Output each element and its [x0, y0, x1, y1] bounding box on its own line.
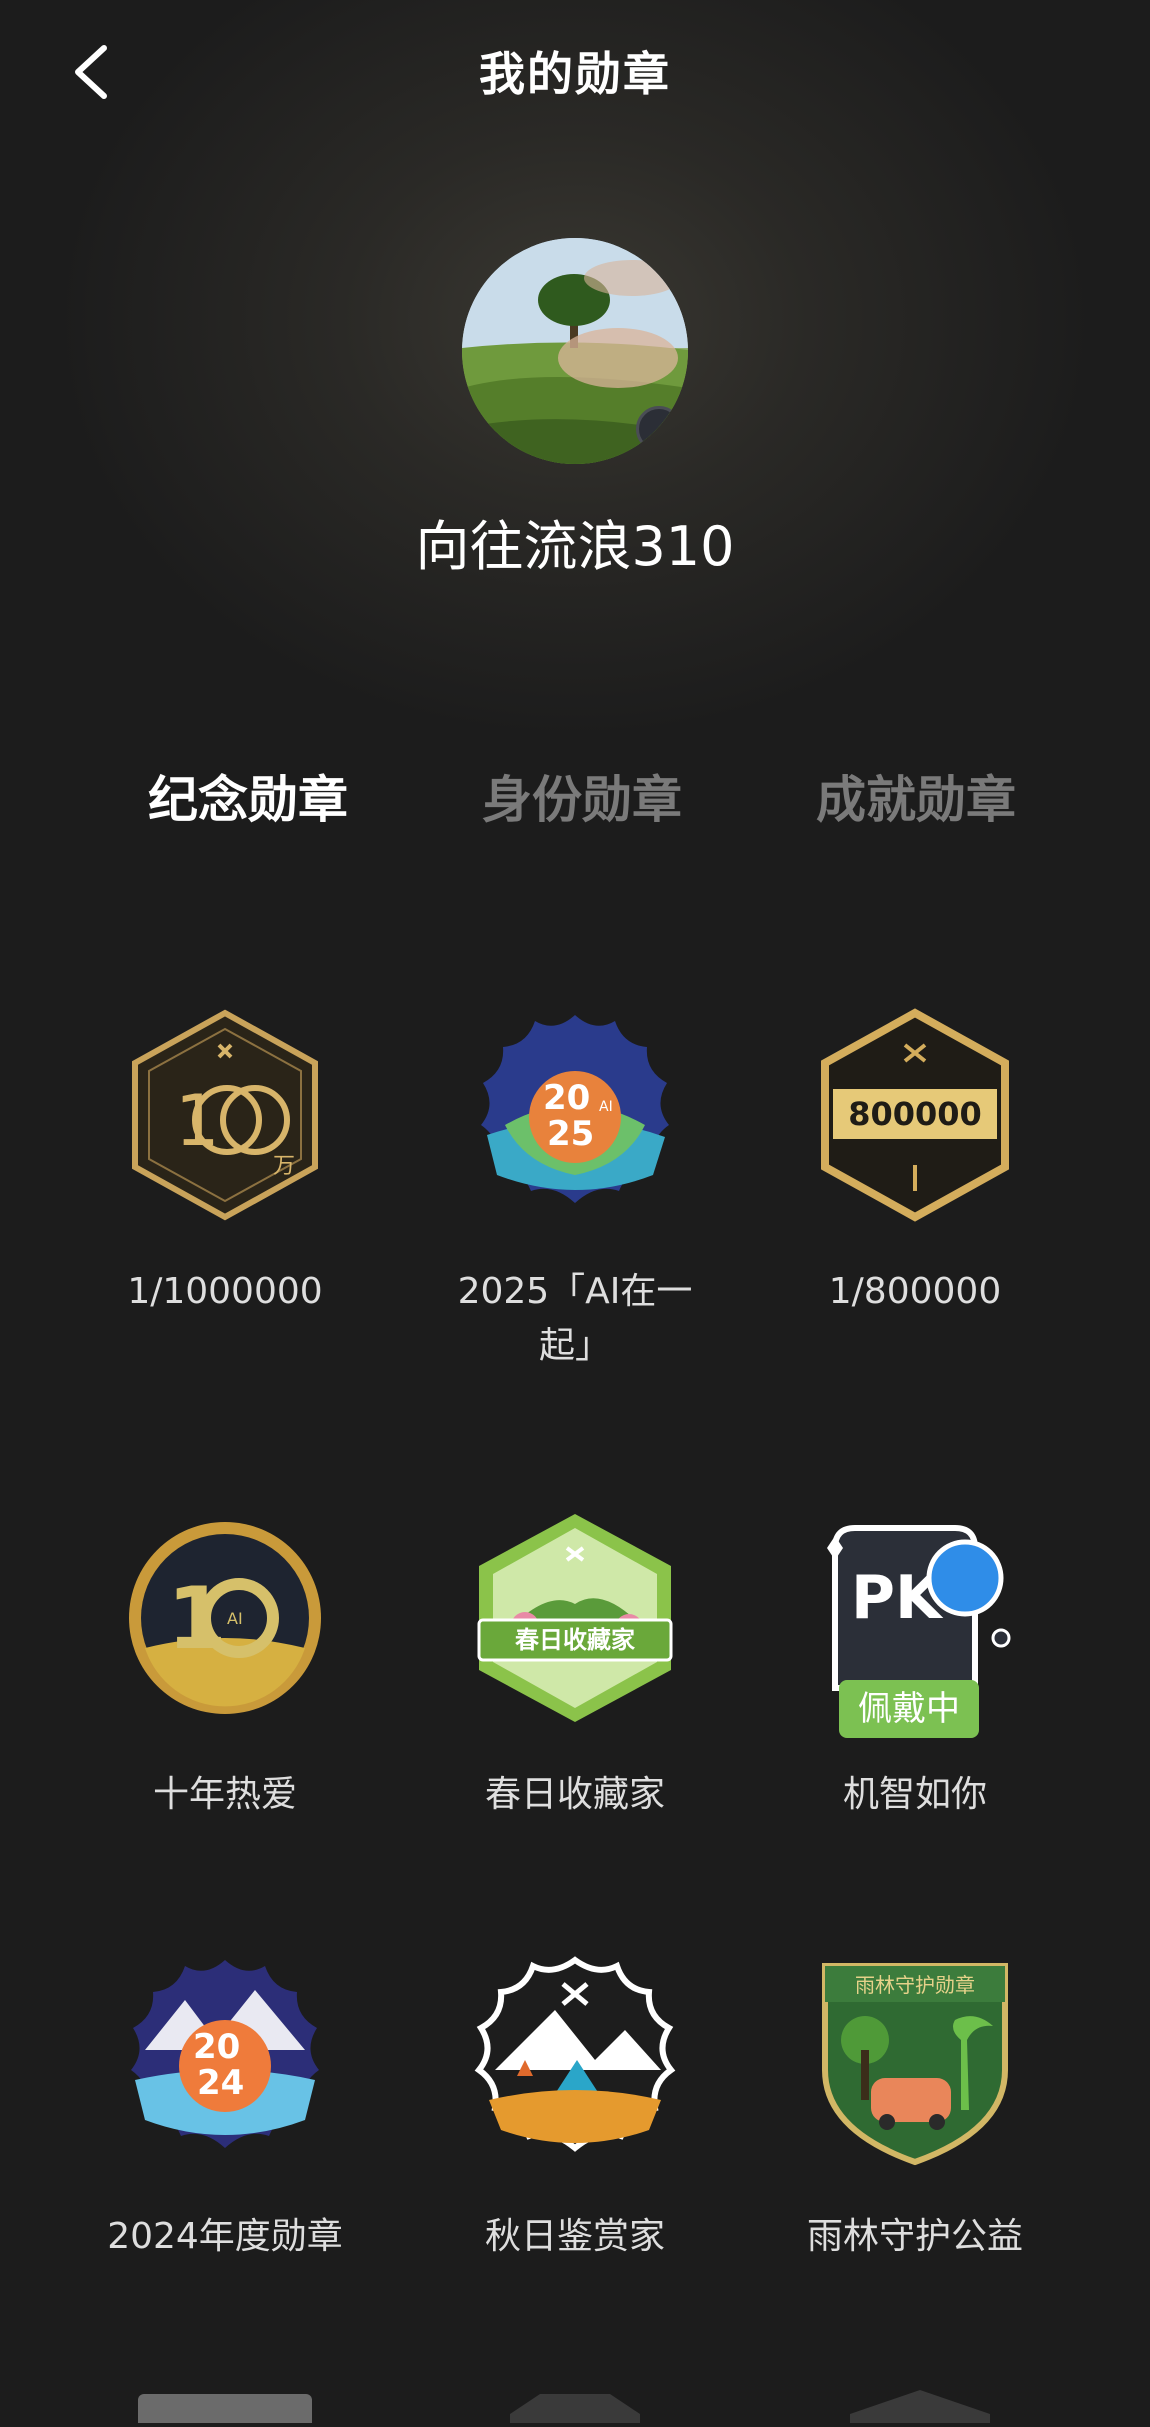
- medal-item[interactable]: 秋日鉴赏家: [405, 1950, 745, 2264]
- top-bar: 我的勋章: [0, 0, 1150, 140]
- svg-text:雨林守护勋章: 雨林守护勋章: [855, 1973, 975, 1997]
- medal-item[interactable]: 1 万 1/1000000: [55, 1005, 395, 1319]
- svg-text:春日收藏家: 春日收藏家: [515, 1626, 635, 1654]
- medal-label: 2024年度勋章: [107, 2216, 343, 2257]
- medal-item[interactable]: 800000 1/800000: [745, 1005, 1085, 1319]
- medal-label: 秋日鉴赏家: [484, 2216, 665, 2257]
- svg-text:25: 25: [547, 1114, 594, 1154]
- medal-label: 雨林守护公益: [806, 2216, 1023, 2257]
- avatar-container[interactable]: [462, 238, 688, 464]
- medal-category-tabs: 纪念勋章 身份勋章 成就勋章: [0, 760, 1150, 840]
- spring-collector-green-hexagon-icon: 春日收藏家: [465, 1508, 685, 1728]
- medal-label: 春日收藏家: [484, 1774, 665, 1815]
- medal-item[interactable]: 20 24 2024年度勋章: [55, 1950, 395, 2264]
- medal-item[interactable]: 20 25 AI 2025「AI在一起」: [405, 1005, 745, 1373]
- medal-label: 十年热爱: [152, 1774, 297, 1815]
- svg-text:万: 万: [273, 1154, 295, 1179]
- autumn-connoisseur-tent-icon: [465, 1950, 685, 2170]
- avatar[interactable]: [462, 238, 688, 464]
- rainforest-guardian-shield-icon: 雨林守护勋章: [805, 1950, 1025, 2170]
- medal-label: 机智如你: [842, 1774, 987, 1815]
- tab-achievement[interactable]: 成就勋章: [786, 760, 1046, 832]
- page-title: 我的勋章: [479, 47, 671, 101]
- svg-text:24: 24: [197, 2063, 244, 2103]
- svg-text:AI: AI: [599, 1099, 613, 1115]
- wearing-badge: 佩戴中: [839, 1680, 979, 1738]
- tab-commemorative[interactable]: 纪念勋章: [118, 760, 378, 832]
- medal-item[interactable]: 1 AI 十年热爱: [55, 1508, 395, 1822]
- svg-text:800000: 800000: [848, 1095, 982, 1133]
- 100-wan-gold-hexagon-icon: 1 万: [115, 1005, 335, 1225]
- 2025-ai-flower-badge-icon: 20 25 AI: [465, 1005, 685, 1225]
- 2024-annual-flower-badge-icon: 20 24: [115, 1950, 335, 2170]
- pk-badge-icon: [636, 406, 682, 452]
- tab-identity[interactable]: 身份勋章: [452, 760, 712, 832]
- username: 向往流浪310: [415, 515, 735, 578]
- medal-item[interactable]: 雨林守护勋章 雨林守护公益: [745, 1950, 1085, 2264]
- svg-text:1: 1: [167, 1569, 227, 1669]
- medal-label: 1/1000000: [127, 1271, 323, 1312]
- svg-text:AI: AI: [227, 1609, 243, 1628]
- 800000-gold-hexagon-icon: 800000: [805, 1005, 1025, 1225]
- next-row-partial: [0, 2378, 1150, 2427]
- medal-item[interactable]: PK 佩戴中 机智如你: [745, 1508, 1085, 1822]
- medal-label: 1/800000: [828, 1271, 1002, 1312]
- svg-text:20: 20: [193, 2027, 240, 2067]
- medal-item[interactable]: 春日收藏家 春日收藏家: [405, 1508, 745, 1822]
- pk-robot-bulb-icon: PK 佩戴中: [805, 1508, 1025, 1738]
- 10-years-gold-coin-icon: 1 AI: [115, 1508, 335, 1728]
- medal-label: 2025「AI在一起」: [457, 1271, 693, 1366]
- svg-text:20: 20: [543, 1078, 590, 1118]
